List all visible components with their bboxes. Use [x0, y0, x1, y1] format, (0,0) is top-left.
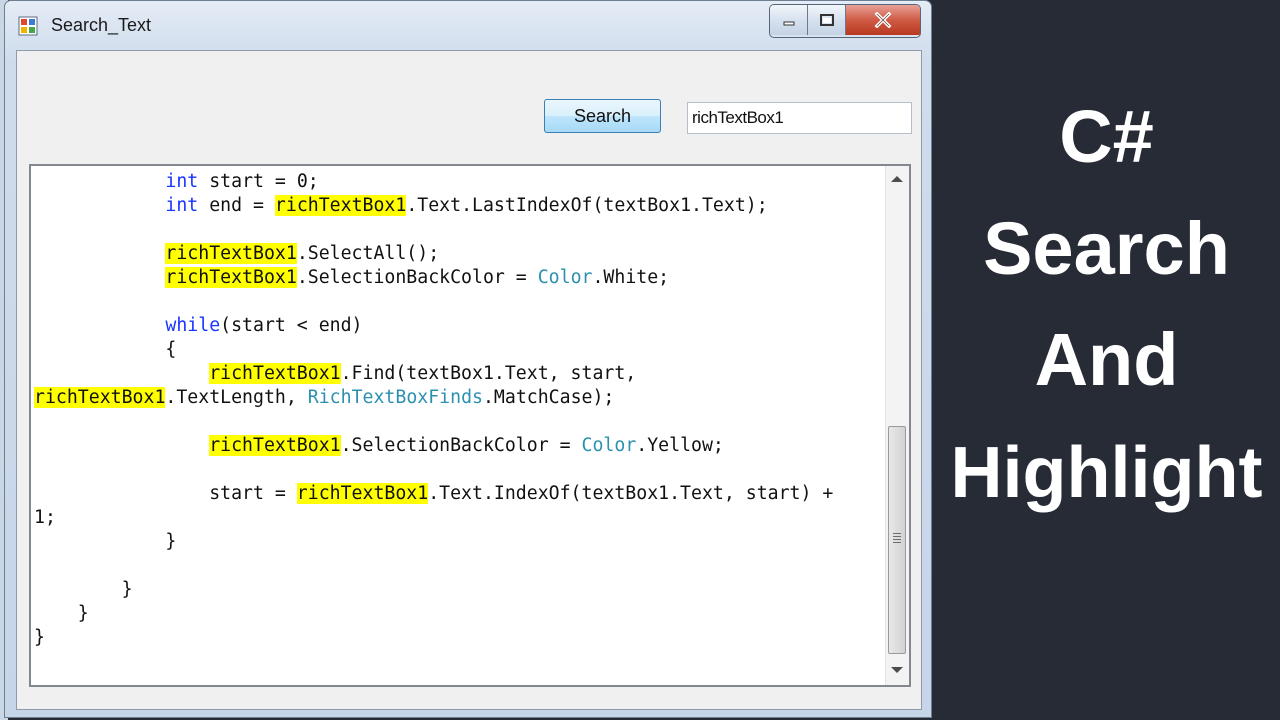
code-line: while(start < end) [34, 314, 881, 338]
highlighted-match: richTextBox1 [209, 363, 341, 384]
window-title: Search_Text [51, 15, 152, 35]
code-line: int end = richTextBox1.Text.LastIndexOf(… [34, 194, 881, 218]
maximize-icon [819, 14, 834, 26]
code-token: .TextLength, [165, 387, 308, 408]
close-button[interactable] [846, 5, 920, 35]
promo-line-1: C# [1059, 95, 1154, 178]
scroll-down-arrow-icon[interactable] [891, 667, 903, 673]
code-line: richTextBox1.SelectionBackColor = Color.… [34, 434, 881, 458]
scrollbar-thumb[interactable] [888, 426, 906, 654]
minimize-icon [783, 21, 794, 26]
keyword-token: int [165, 171, 199, 192]
code-token: .Find(textBox1.Text, start, [340, 363, 637, 384]
code-line: 1; [34, 506, 881, 530]
code-line: richTextBox1.Find(textBox1.Text, start, [34, 362, 881, 386]
maximize-button[interactable] [808, 5, 846, 35]
code-line: { [34, 338, 881, 362]
highlighted-match: richTextBox1 [296, 483, 429, 504]
code-token: .SelectAll(); [296, 243, 440, 264]
highlighted-match: richTextBox1 [165, 243, 297, 264]
highlighted-match: richTextBox1 [209, 435, 341, 456]
type-token: Color [537, 267, 593, 288]
code-line: start = richTextBox1.Text.IndexOf(textBo… [34, 482, 881, 506]
code-token: .Text.LastIndexOf(textBox1.Text); [406, 195, 768, 216]
code-token: .MatchCase); [482, 387, 615, 408]
promo-panel: C# Search And Highlight [933, 0, 1280, 720]
title-bar[interactable]: Search_Text [5, 1, 931, 47]
code-line: } [34, 602, 881, 626]
code-token: .Yellow; [636, 435, 724, 456]
code-line: } [34, 626, 881, 650]
code-token: } [34, 531, 177, 552]
minimize-button[interactable] [770, 5, 808, 35]
code-token: end = [198, 195, 275, 216]
code-line: } [34, 530, 881, 554]
code-token: .White; [592, 267, 670, 288]
keyword-token: int [165, 195, 199, 216]
code-line: richTextBox1.SelectionBackColor = Color.… [34, 266, 881, 290]
code-token: start = 0; [198, 171, 319, 192]
code-token: } [34, 627, 45, 648]
grip-icon [893, 533, 901, 545]
highlighted-match: richTextBox1 [274, 195, 407, 216]
client-area: Search int start = 0; int end = richText… [16, 50, 922, 710]
highlighted-match: richTextBox1 [34, 387, 166, 408]
code-token: (start < end) [220, 315, 363, 336]
code-token: start = [34, 483, 297, 504]
close-icon [874, 12, 892, 28]
app-icon [18, 16, 38, 36]
code-line: } [34, 578, 881, 602]
type-token: RichTextBoxFinds [307, 387, 483, 408]
keyword-token: while [165, 315, 221, 336]
scroll-up-arrow-icon[interactable] [891, 176, 903, 182]
highlighted-match: richTextBox1 [165, 267, 297, 288]
code-token: .SelectionBackColor = [296, 267, 538, 288]
code-line: int start = 0; [34, 170, 881, 194]
code-token: .Text.IndexOf(textBox1.Text, start) + [428, 483, 834, 504]
search-button[interactable]: Search [544, 99, 661, 133]
caption-buttons [769, 4, 921, 38]
promo-line-2: Search [983, 207, 1230, 290]
code-token: } [34, 579, 133, 600]
code-line: richTextBox1.TextLength, RichTextBoxFind… [34, 386, 881, 410]
code-text: int start = 0; int end = richTextBox1.Te… [34, 170, 881, 650]
code-token: .SelectionBackColor = [340, 435, 582, 456]
promo-line-3: And [1034, 318, 1179, 401]
code-token: { [34, 339, 177, 360]
rich-text-box[interactable]: int start = 0; int end = richTextBox1.Te… [29, 164, 911, 687]
promo-line-4: Highlight [950, 433, 1263, 513]
code-token: } [34, 603, 89, 624]
type-token: Color [581, 435, 637, 456]
code-line: richTextBox1.SelectAll(); [34, 242, 881, 266]
search-input[interactable] [687, 102, 912, 134]
app-window: Search_Text Search int start = 0; int en… [4, 0, 932, 718]
code-token: 1; [34, 507, 56, 528]
vertical-scrollbar[interactable] [885, 166, 909, 685]
